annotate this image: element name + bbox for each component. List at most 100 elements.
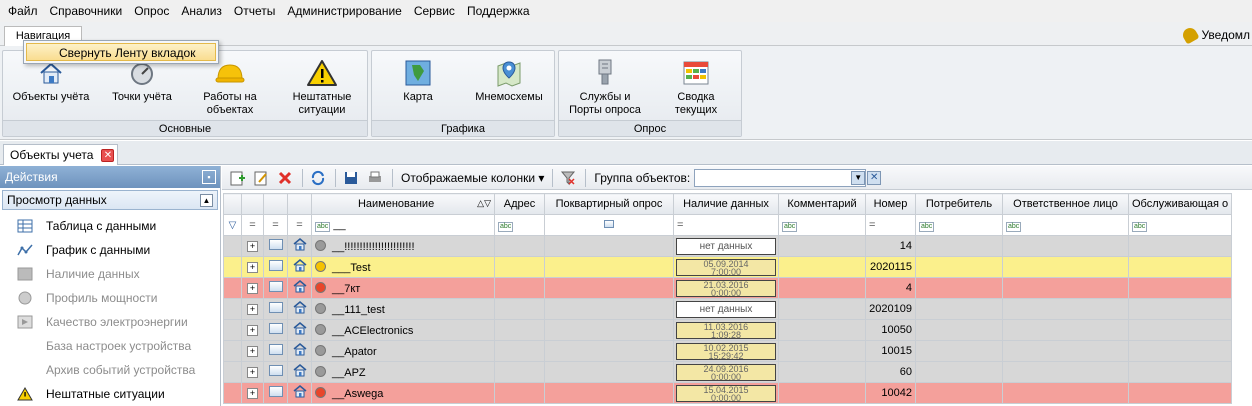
apartment-poll-cell[interactable] xyxy=(544,277,674,299)
object-group-input[interactable]: ▼ xyxy=(694,168,867,187)
action-emergencies[interactable]: Нештатные ситуации xyxy=(0,382,220,406)
expand-cell[interactable]: + xyxy=(241,256,264,278)
notifications-button[interactable]: Уведомл xyxy=(1180,25,1252,45)
expand-cell[interactable]: + xyxy=(241,235,264,257)
comment-cell[interactable] xyxy=(778,361,866,383)
header-responsible[interactable]: Ответственное лицо xyxy=(1002,193,1129,215)
house-icon[interactable] xyxy=(293,238,307,251)
house-cell[interactable] xyxy=(287,256,312,278)
address-cell[interactable] xyxy=(494,319,545,341)
responsible-cell[interactable] xyxy=(1002,298,1129,320)
address-cell[interactable] xyxy=(494,382,545,404)
table-row[interactable]: + ___Test 05.09.2014 7:00:00 2020115 xyxy=(223,256,1233,278)
card-cell[interactable] xyxy=(263,361,288,383)
data-presence-cell[interactable]: 11.03.2016 1:09:28 xyxy=(673,319,779,341)
card-cell[interactable] xyxy=(263,235,288,257)
comment-cell[interactable] xyxy=(778,298,866,320)
name-cell[interactable]: __!!!!!!!!!!!!!!!!!!!!!!! xyxy=(311,235,495,257)
house-cell[interactable] xyxy=(287,382,312,404)
service-org-cell[interactable] xyxy=(1127,298,1233,320)
responsible-cell[interactable] xyxy=(1002,277,1129,299)
filter-equals[interactable]: = xyxy=(241,214,264,236)
responsible-cell[interactable] xyxy=(1002,382,1129,404)
expand-cell[interactable]: + xyxy=(241,319,264,341)
filter-address-cell[interactable]: abc xyxy=(494,214,545,236)
header-address[interactable]: Адрес xyxy=(494,193,545,215)
filter-comment-cell[interactable]: abc xyxy=(778,214,866,236)
card-icon[interactable] xyxy=(268,281,283,292)
card-icon[interactable] xyxy=(268,386,283,397)
row-indicator[interactable] xyxy=(223,319,242,341)
name-cell[interactable]: __Aswega xyxy=(311,382,495,404)
address-cell[interactable] xyxy=(494,256,545,278)
name-cell[interactable]: __111_test xyxy=(311,298,495,320)
house-icon[interactable] xyxy=(293,364,307,377)
consumer-cell[interactable] xyxy=(915,361,1003,383)
table-row[interactable]: + __ACElectronics 11.03.2016 1:09:28 10050 xyxy=(223,319,1233,341)
row-indicator[interactable] xyxy=(223,235,242,257)
action-data-graph[interactable]: График с данными xyxy=(0,238,220,262)
apartment-poll-cell[interactable] xyxy=(544,340,674,362)
pin-icon[interactable]: ▪ xyxy=(202,170,216,184)
comment-cell[interactable] xyxy=(778,256,866,278)
table-row[interactable]: + __APZ 24.09.2016 0:00:00 60 xyxy=(223,361,1233,383)
card-icon[interactable] xyxy=(268,260,283,271)
card-icon[interactable] xyxy=(268,239,283,250)
row-indicator[interactable] xyxy=(223,298,242,320)
name-cell[interactable]: __APZ xyxy=(311,361,495,383)
mnemonic-schemes-button[interactable]: Мнемосхемы xyxy=(466,51,552,121)
house-cell[interactable] xyxy=(287,319,312,341)
data-presence-cell[interactable]: 15.04.2015 0:00:00 xyxy=(673,382,779,404)
address-cell[interactable] xyxy=(494,340,545,362)
filter-service-cell[interactable]: abc xyxy=(1127,214,1233,236)
number-cell[interactable]: 2020109 xyxy=(865,298,916,320)
filter-number-cell[interactable]: = xyxy=(865,214,916,236)
data-presence-cell[interactable]: нет данных xyxy=(673,235,779,257)
expand-cell[interactable]: + xyxy=(241,361,264,383)
row-indicator[interactable] xyxy=(223,256,242,278)
apartment-poll-cell[interactable] xyxy=(544,256,674,278)
responsible-cell[interactable] xyxy=(1002,361,1129,383)
menu-analysis[interactable]: Анализ xyxy=(175,0,228,22)
service-org-cell[interactable] xyxy=(1127,277,1233,299)
consumer-cell[interactable] xyxy=(915,298,1003,320)
house-icon[interactable] xyxy=(293,343,307,356)
consumer-cell[interactable] xyxy=(915,277,1003,299)
action-data-table[interactable]: Таблица с данными xyxy=(0,214,220,238)
card-cell[interactable] xyxy=(263,319,288,341)
close-tab-button[interactable]: ✕ xyxy=(101,148,115,162)
row-indicator[interactable] xyxy=(223,361,242,383)
responsible-cell[interactable] xyxy=(1002,319,1129,341)
menu-file[interactable]: Файл xyxy=(2,0,44,22)
expand-cell[interactable]: + xyxy=(241,382,264,404)
view-data-section[interactable]: Просмотр данных ▲ xyxy=(2,190,218,210)
name-cell[interactable]: __Apator xyxy=(311,340,495,362)
card-cell[interactable] xyxy=(263,340,288,362)
expand-icon[interactable]: + xyxy=(247,325,258,336)
apartment-poll-cell[interactable] xyxy=(544,361,674,383)
comment-cell[interactable] xyxy=(778,340,866,362)
row-indicator[interactable] xyxy=(223,340,242,362)
refresh-button[interactable] xyxy=(307,167,329,189)
filter-icon[interactable]: ▽ xyxy=(223,214,242,236)
filter-name-cell[interactable]: abc __ xyxy=(311,214,495,236)
expand-cell[interactable]: + xyxy=(241,277,264,299)
tab-metering-objects[interactable]: Объекты учета ✕ xyxy=(3,144,118,165)
apartment-poll-cell[interactable] xyxy=(544,382,674,404)
filter-consumer-cell[interactable]: abc xyxy=(915,214,1003,236)
consumer-cell[interactable] xyxy=(915,235,1003,257)
add-button[interactable] xyxy=(226,167,248,189)
data-presence-cell[interactable]: 10.02.2015 15:29:42 xyxy=(673,340,779,362)
action-power-quality[interactable]: Качество электроэнергии xyxy=(0,310,220,334)
filter-equals[interactable]: = xyxy=(263,214,288,236)
card-icon[interactable] xyxy=(268,365,283,376)
number-cell[interactable]: 60 xyxy=(865,361,916,383)
filter-data-cell[interactable]: = xyxy=(673,214,779,236)
apartment-poll-cell[interactable] xyxy=(544,298,674,320)
service-org-cell[interactable] xyxy=(1127,319,1233,341)
menu-support[interactable]: Поддержка xyxy=(461,0,536,22)
data-presence-cell[interactable]: 24.09.2016 0:00:00 xyxy=(673,361,779,383)
expand-icon[interactable]: + xyxy=(247,262,258,273)
table-row[interactable]: + __111_test нет данных 2020109 xyxy=(223,298,1233,320)
action-power-profile[interactable]: Профиль мощности xyxy=(0,286,220,310)
